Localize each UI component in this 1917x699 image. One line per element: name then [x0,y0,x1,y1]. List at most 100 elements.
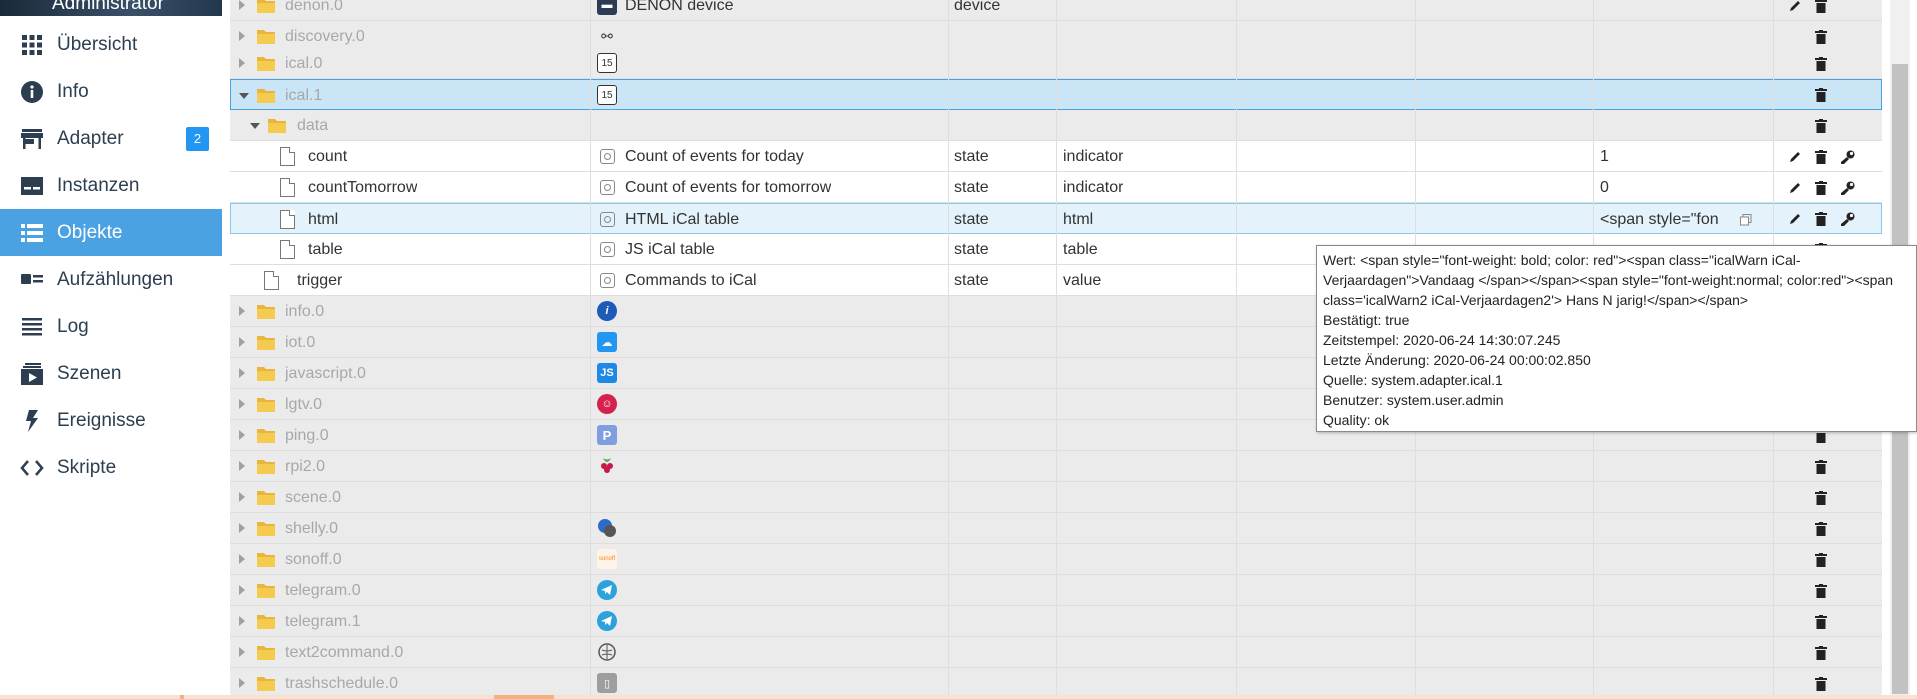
expand-arrow-icon[interactable] [239,58,245,68]
delete-icon[interactable] [1813,118,1829,134]
folder-icon [257,367,275,381]
delete-icon[interactable] [1813,211,1829,227]
expand-arrow-icon[interactable] [239,585,245,595]
calendar-icon: 15 [597,53,617,73]
sidebar: Administrator Übersicht Info Adapter 2 I… [0,0,222,699]
shelly-icon [598,519,616,537]
expand-arrow-icon[interactable] [239,306,245,316]
delete-icon[interactable] [1813,614,1829,630]
folder-icon [257,57,275,71]
expand-arrow-icon[interactable] [239,399,245,409]
column-divider [948,0,949,699]
settings-icon[interactable] [1840,180,1856,196]
sidebar-item-label: Instanzen [57,174,140,196]
collapse-arrow-icon[interactable] [239,93,249,99]
object-name: Count of events for tomorrow [625,178,832,196]
tooltip-acknowledged: Bestätigt: true [1323,312,1410,328]
grid-icon [20,33,44,57]
delete-icon[interactable] [1813,490,1829,506]
delete-icon[interactable] [1813,149,1829,165]
sidebar-item-info[interactable]: Info [0,68,222,115]
sidebar-item-scripts[interactable]: Skripte [0,444,222,491]
expand-arrow-icon[interactable] [239,31,245,41]
list-icon [20,221,44,245]
file-icon [280,240,295,259]
delete-icon[interactable] [1813,0,1829,14]
delete-icon[interactable] [1813,552,1829,568]
delete-icon[interactable] [1813,29,1829,45]
strip-segment [180,695,184,699]
expand-arrow-icon[interactable] [239,430,245,440]
settings-icon[interactable] [1840,149,1856,165]
sidebar-item-label: Adapter [57,127,124,149]
sidebar-item-label: Info [57,80,89,102]
column-divider [590,0,591,699]
expand-arrow-icon[interactable] [239,0,245,10]
settings-icon[interactable] [1840,211,1856,227]
object-value[interactable]: 0 [1600,172,1609,203]
bottom-progress-strip [0,695,1917,699]
log-icon [20,315,44,339]
tooltip-source: Quelle: system.adapter.ical.1 [1323,372,1503,388]
user-name: Administrator [52,0,164,14]
expand-arrow-icon[interactable] [239,647,245,657]
sidebar-item-adapter[interactable]: Adapter 2 [0,115,222,162]
sidebar-header: Administrator [0,0,222,16]
calendar-icon: 15 [597,85,617,105]
object-role: value [1063,271,1102,289]
folder-icon [257,336,275,350]
expand-arrow-icon[interactable] [239,492,245,502]
expand-arrow-icon[interactable] [239,461,245,471]
sidebar-item-events[interactable]: Ereignisse [0,397,222,444]
expand-arrow-icon[interactable] [239,554,245,564]
delete-icon[interactable] [1813,180,1829,196]
delete-icon[interactable] [1813,583,1829,599]
object-value[interactable]: 1 [1600,141,1609,172]
folder-icon [257,522,275,536]
edit-icon[interactable] [1787,211,1803,227]
sidebar-item-label: Objekte [57,221,123,243]
object-id: lgtv.0 [285,395,323,413]
brain-icon [598,643,616,661]
expand-arrow-icon[interactable] [239,616,245,626]
object-id: ping.0 [285,426,329,444]
folder-icon [257,491,275,505]
sidebar-item-scenes[interactable]: Szenen [0,350,222,397]
delete-icon[interactable] [1813,676,1829,692]
object-id: scene.0 [285,488,342,506]
edit-icon[interactable] [1787,180,1803,196]
copy-icon[interactable] [1738,212,1754,228]
collapse-arrow-icon[interactable] [250,123,260,129]
tooltip-user: Benutzer: system.user.admin [1323,392,1504,408]
edit-icon[interactable] [1787,0,1803,14]
delete-icon[interactable] [1813,56,1829,72]
expand-arrow-icon[interactable] [239,368,245,378]
delete-icon[interactable] [1813,459,1829,475]
update-count-badge: 2 [186,126,209,151]
sidebar-item-label: Übersicht [57,33,138,55]
object-id: ical.1 [285,86,323,104]
sidebar-item-instances[interactable]: Instanzen [0,162,222,209]
expand-arrow-icon[interactable] [239,678,245,688]
sidebar-item-label: Skripte [57,456,117,478]
delete-icon[interactable] [1813,87,1829,103]
delete-icon[interactable] [1813,521,1829,537]
folder-icon [257,305,275,319]
telegram-icon [597,611,617,631]
object-value[interactable]: <span style="font- [1600,204,1718,235]
folder-icon [257,553,275,567]
sidebar-item-objects[interactable]: Objekte [0,209,222,256]
folder-icon [257,89,275,103]
folder-icon [257,30,275,44]
object-type: device [954,0,1001,14]
object-id: shelly.0 [285,519,339,537]
state-icon [600,212,615,227]
sidebar-item-overview[interactable]: Übersicht [0,21,222,68]
expand-arrow-icon[interactable] [239,337,245,347]
sidebar-item-enums[interactable]: Aufzählungen [0,256,222,303]
ping-icon: P [597,425,617,445]
sidebar-item-log[interactable]: Log [0,303,222,350]
edit-icon[interactable] [1787,149,1803,165]
delete-icon[interactable] [1813,645,1829,661]
expand-arrow-icon[interactable] [239,523,245,533]
